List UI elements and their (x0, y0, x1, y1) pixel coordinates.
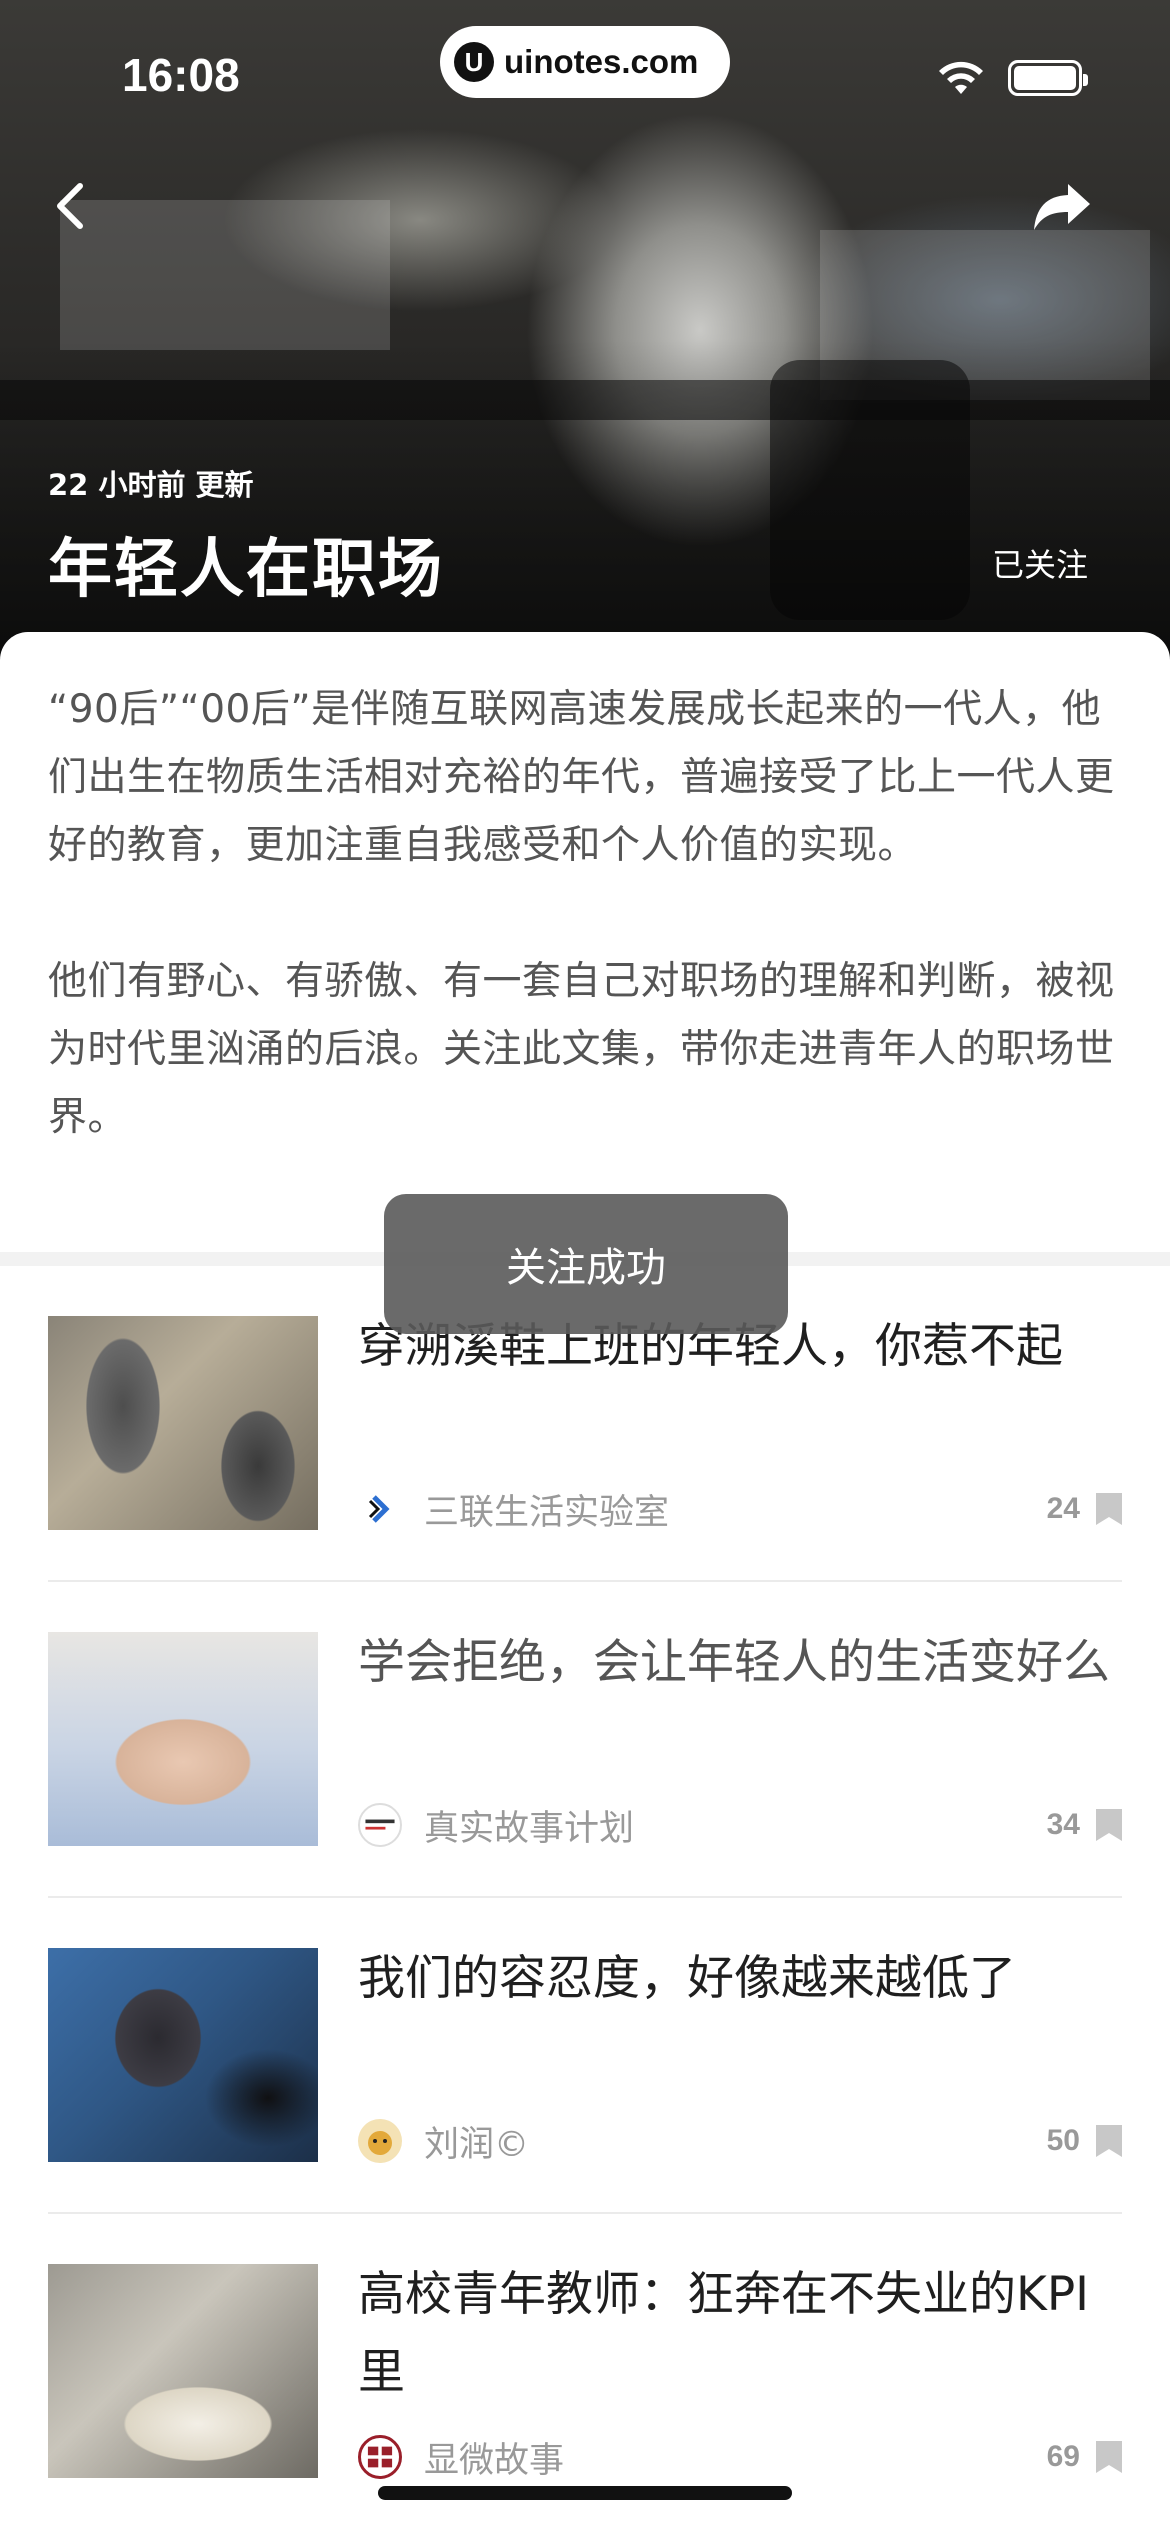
article-thumbnail (48, 2264, 318, 2478)
article-meta: 真实故事计划 34 (358, 1800, 1122, 1850)
status-bar: 16:08 U uinotes.com (0, 0, 1170, 140)
toast-message: 关注成功 (384, 1194, 788, 1334)
source-name: 三联生活实验室 (424, 1492, 670, 1533)
article-meta: 刘润© 50 (358, 2116, 1122, 2166)
follow-button[interactable]: 已关注 (992, 540, 1088, 586)
article-title: 我们的容忍度，好像越来越低了 (358, 1951, 1016, 2006)
article-meta: 显微故事 69 (358, 2432, 1122, 2482)
source-logo-icon (358, 1487, 402, 1531)
bookmark-count: 24 (1046, 1492, 1080, 1525)
article-title: 学会拒绝，会让年轻人的生活变好么 (358, 1635, 1110, 1690)
source-logo-icon (358, 2435, 402, 2479)
bookmark-count: 50 (1046, 2124, 1080, 2157)
source-logo-icon (358, 1803, 402, 1847)
back-arrow-icon[interactable] (44, 176, 104, 236)
article-thumbnail (48, 1948, 318, 2162)
hero-banner: 16:08 U uinotes.com 22 小时前 更新 年轻人在职场 已关注 (0, 0, 1170, 660)
article-meta: 三联生活实验室 24 (358, 1484, 1122, 1534)
site-logo-icon: U (454, 42, 494, 82)
status-time: 16:08 (122, 49, 240, 101)
bookmark-icon[interactable] (1096, 2125, 1122, 2157)
bookmark-count: 69 (1046, 2440, 1080, 2473)
bookmark-icon[interactable] (1096, 1809, 1122, 1841)
battery-icon (1008, 60, 1088, 96)
description-paragraph: 他们有野心、有骄傲、有一套自己对职场的理解和判断，被视为时代里汹涌的后浪。关注此… (48, 959, 1115, 1140)
home-indicator[interactable] (378, 2486, 792, 2500)
source-name: 真实故事计划 (424, 1808, 635, 1849)
collection-description: “90后”“00后”是伴随互联网高速发展成长起来的一代人，他们出生在物质生活相对… (0, 632, 1170, 1252)
article-item[interactable]: 高校青年教师：狂奔在不失业的KPI里 显微故事 69 (48, 2214, 1122, 2530)
article-item[interactable]: 学会拒绝，会让年轻人的生活变好么 真实故事计划 34 (48, 1582, 1122, 1898)
description-paragraph: “90后”“00后”是伴随互联网高速发展成长起来的一代人，他们出生在物质生活相对… (48, 687, 1115, 868)
share-icon[interactable] (1030, 176, 1094, 236)
source-name: 显微故事 (424, 2440, 565, 2481)
bookmark-count: 34 (1046, 1808, 1080, 1841)
article-list: 穿溯溪鞋上班的年轻人，你惹不起 三联生活实验室 24 学会拒绝，会让年轻人的生活… (48, 1266, 1122, 2530)
article-title: 高校青年教师：狂奔在不失业的KPI里 (358, 2267, 1090, 2400)
source-logo-icon (358, 2119, 402, 2163)
source-name: 刘润© (424, 2124, 530, 2165)
hero-photo-shelf (60, 200, 390, 350)
updated-time: 22 小时前 更新 (48, 468, 254, 502)
url-text: uinotes.com (504, 43, 699, 80)
collection-title: 年轻人在职场 (48, 533, 444, 607)
bookmark-icon[interactable] (1096, 1493, 1122, 1525)
article-thumbnail (48, 1316, 318, 1530)
url-pill[interactable]: U uinotes.com (440, 26, 730, 98)
wifi-icon (939, 61, 983, 94)
bookmark-icon[interactable] (1096, 2441, 1122, 2473)
article-item[interactable]: 我们的容忍度，好像越来越低了 刘润© 50 (48, 1898, 1122, 2214)
article-thumbnail (48, 1632, 318, 1846)
